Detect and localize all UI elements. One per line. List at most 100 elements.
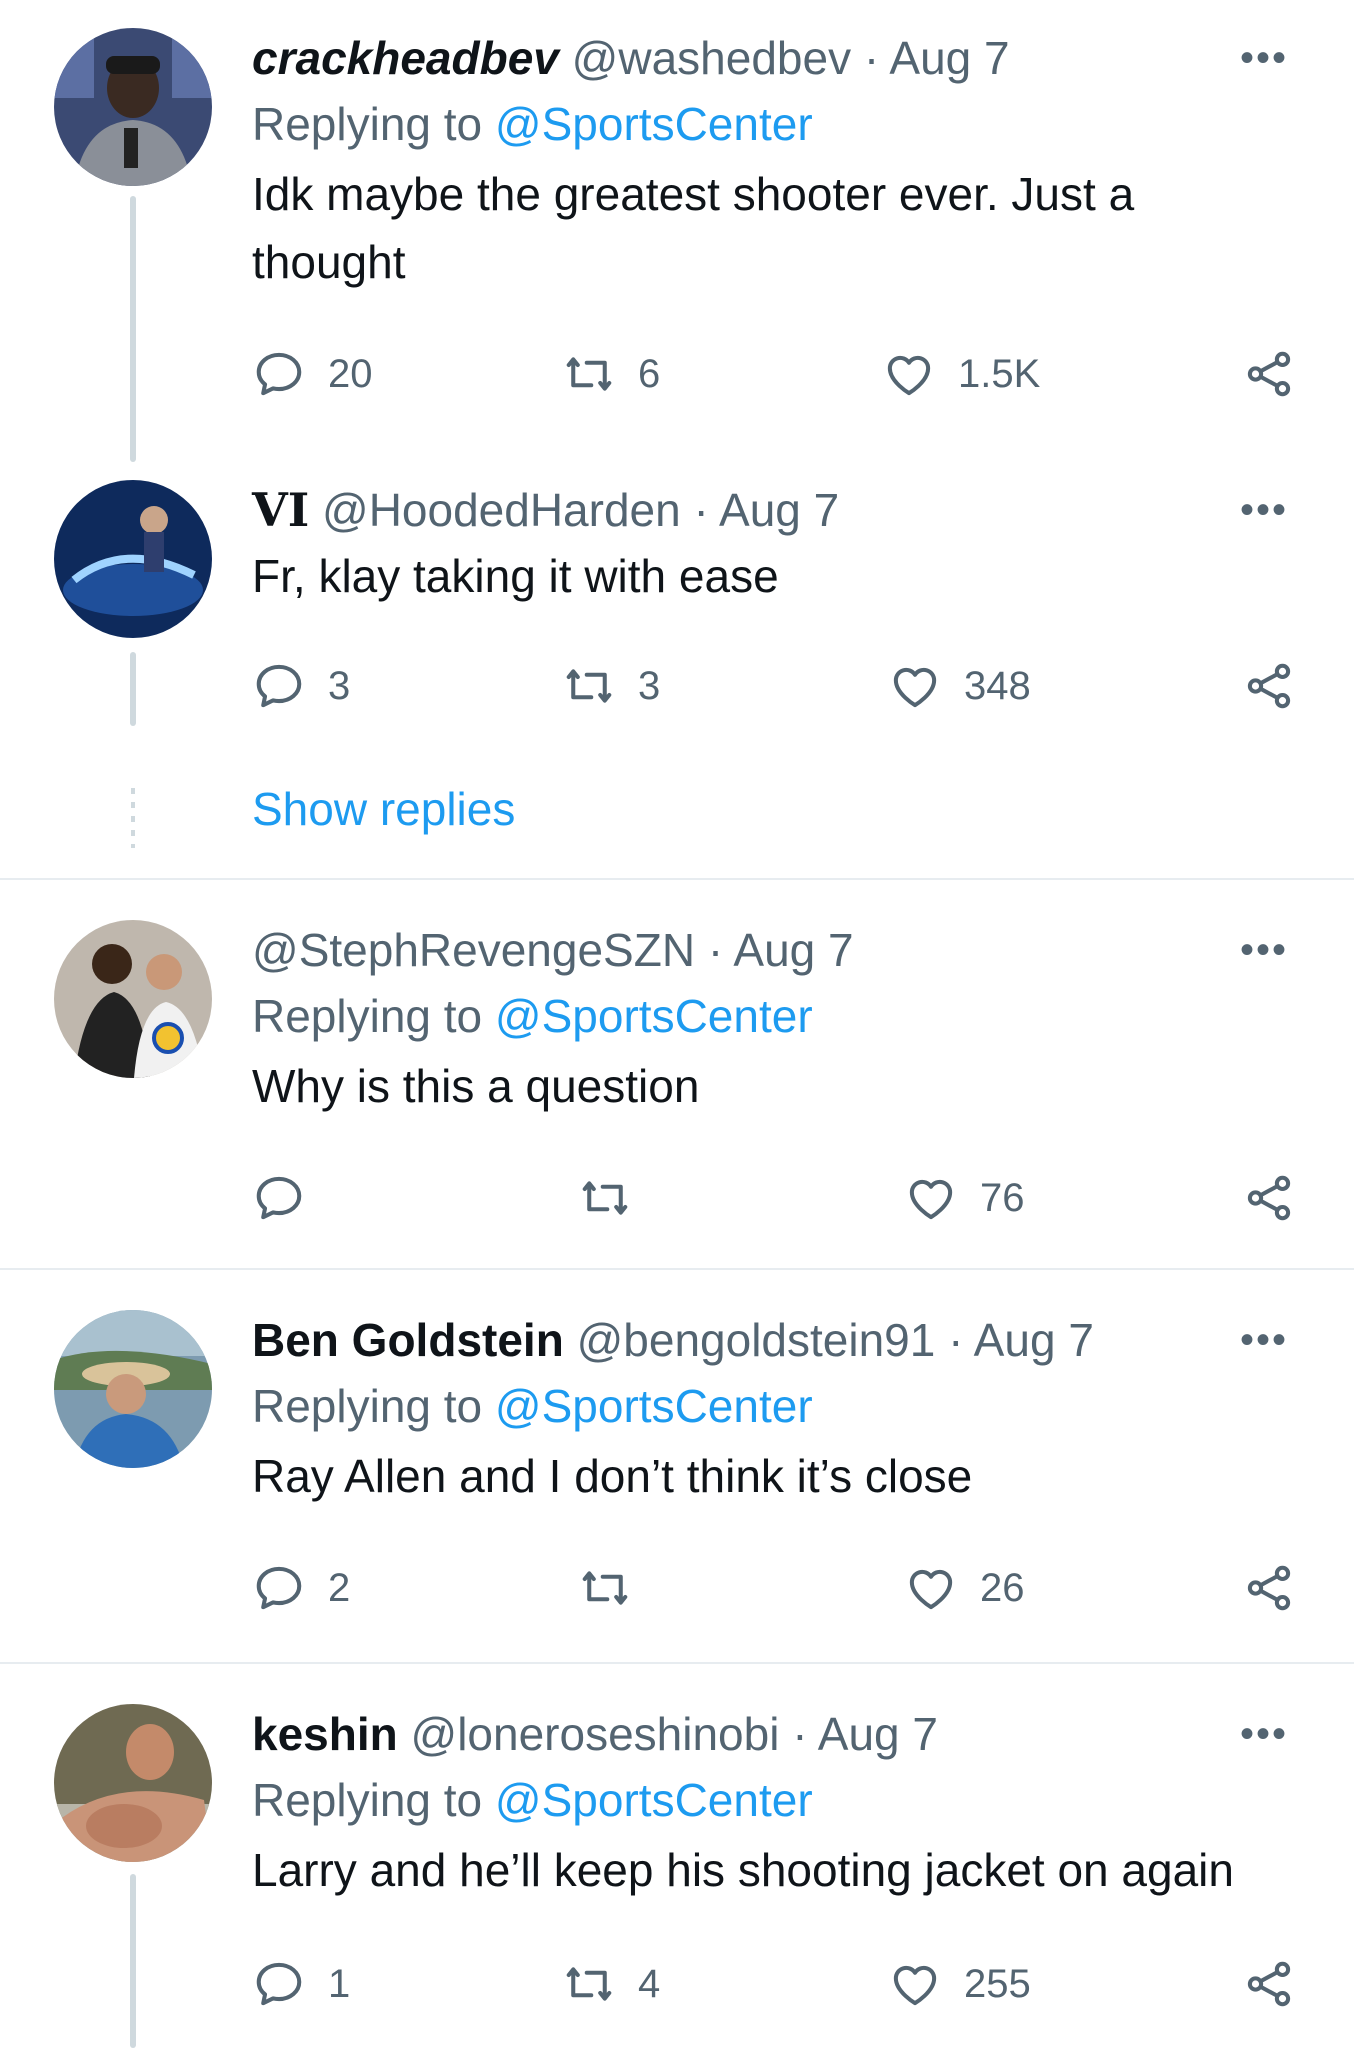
avatar[interactable]: [54, 1704, 212, 1862]
display-name[interactable]: crackheadbev: [252, 32, 559, 84]
tweet-text: Fr, klay taking it with ease: [252, 550, 779, 602]
heart-icon: [882, 347, 936, 401]
tweet-text: Ray Allen and I don’t think it’s close: [252, 1450, 973, 1502]
share-button[interactable]: [1242, 1168, 1296, 1228]
like-button[interactable]: 26: [904, 1558, 1025, 1618]
retweet-count: 6: [638, 351, 661, 396]
reply-button[interactable]: [252, 1168, 328, 1228]
more-icon[interactable]: •••: [1234, 38, 1294, 88]
tweet-date[interactable]: · Aug 7: [792, 1708, 938, 1760]
reply-count: 20: [328, 351, 373, 396]
mention-link[interactable]: @SportsCenter: [495, 1380, 813, 1432]
handle[interactable]: @washedbev: [572, 32, 851, 84]
tweet-header: crackheadbev @washedbev · Aug 7: [252, 28, 1294, 88]
avatar[interactable]: [54, 920, 212, 1078]
reply-icon: [252, 659, 306, 713]
like-count: 76: [980, 1175, 1025, 1220]
reply-button[interactable]: 20: [252, 344, 373, 404]
display-name[interactable]: VI: [252, 483, 309, 537]
tweet-date[interactable]: · Aug 7: [948, 1314, 1094, 1366]
thread-line: [130, 1874, 136, 2048]
tweet-date[interactable]: · Aug 7: [864, 32, 1010, 84]
tweet[interactable]: crackheadbev @washedbev · Aug 7 Replying…: [0, 0, 1354, 470]
retweet-icon: [562, 659, 616, 713]
retweet-button[interactable]: 4: [562, 1954, 660, 2014]
reply-count: 3: [328, 663, 351, 708]
thread-line: [130, 196, 136, 462]
avatar[interactable]: [54, 480, 212, 638]
like-button[interactable]: 76: [904, 1168, 1025, 1228]
share-icon: [1242, 659, 1296, 713]
tweet-text: Idk maybe the greatest shooter ever. Jus…: [252, 168, 1135, 288]
retweet-button[interactable]: 6: [562, 344, 660, 404]
tweet-text: Larry and he’ll keep his shooting jacket…: [252, 1844, 1234, 1896]
replying-to: Replying to @SportsCenter: [252, 1380, 813, 1432]
like-button[interactable]: 255: [888, 1954, 1031, 2014]
share-button[interactable]: [1242, 656, 1296, 716]
mention-link[interactable]: @SportsCenter: [495, 98, 813, 150]
like-button[interactable]: 1.5K: [882, 344, 1040, 404]
handle[interactable]: @HoodedHarden: [322, 484, 681, 536]
replying-to: Replying to @SportsCenter: [252, 990, 813, 1042]
heart-icon: [904, 1171, 958, 1225]
tweet[interactable]: VI @HoodedHarden · Aug 7 Fr, klay taking…: [0, 470, 1354, 878]
tweet[interactable]: Ben Goldstein @bengoldstein91 · Aug 7 Re…: [0, 1270, 1354, 1662]
share-icon: [1242, 1561, 1296, 1615]
tweet-header: @StephRevengeSZN · Aug 7: [252, 920, 1294, 980]
share-button[interactable]: [1242, 1558, 1296, 1618]
avatar[interactable]: [54, 28, 212, 186]
like-count: 348: [964, 663, 1031, 708]
share-icon: [1242, 1171, 1296, 1225]
heart-icon: [888, 1957, 942, 2011]
reply-button[interactable]: 3: [252, 656, 350, 716]
thread-dots: [131, 788, 135, 848]
tweet-text: Why is this a question: [252, 1060, 700, 1112]
replying-to: Replying to @SportsCenter: [252, 1774, 813, 1826]
heart-icon: [904, 1561, 958, 1615]
like-count: 1.5K: [958, 351, 1041, 396]
tweet-header: Ben Goldstein @bengoldstein91 · Aug 7: [252, 1310, 1294, 1370]
retweet-icon: [578, 1171, 632, 1225]
reply-button[interactable]: 1: [252, 1954, 350, 2014]
tweet-date[interactable]: · Aug 7: [693, 484, 839, 536]
like-count: 255: [964, 1961, 1031, 2006]
handle[interactable]: @bengoldstein91: [577, 1314, 936, 1366]
share-button[interactable]: [1242, 344, 1296, 404]
mention-link[interactable]: @SportsCenter: [495, 1774, 813, 1826]
reply-count: 1: [328, 1961, 351, 2006]
reply-icon: [252, 1957, 306, 2011]
more-icon[interactable]: •••: [1234, 930, 1294, 980]
retweet-icon: [562, 1957, 616, 2011]
handle[interactable]: @loneroseshinobi: [411, 1708, 780, 1760]
tweet[interactable]: @StephRevengeSZN · Aug 7 Replying to @Sp…: [0, 880, 1354, 1268]
share-button[interactable]: [1242, 1954, 1296, 2014]
show-replies-link[interactable]: Show replies: [252, 782, 515, 836]
retweet-button[interactable]: [578, 1168, 654, 1228]
avatar[interactable]: [54, 1310, 212, 1468]
mention-link[interactable]: @SportsCenter: [495, 990, 813, 1042]
tweet-header: keshin @loneroseshinobi · Aug 7: [252, 1704, 1294, 1764]
tweet-header: VI @HoodedHarden · Aug 7: [252, 480, 1294, 540]
display-name[interactable]: keshin: [252, 1708, 398, 1760]
tweet-date[interactable]: · Aug 7: [708, 924, 854, 976]
display-name[interactable]: Ben Goldstein: [252, 1314, 564, 1366]
reply-icon: [252, 1561, 306, 1615]
like-count: 26: [980, 1565, 1025, 1610]
reply-count: 2: [328, 1565, 351, 1610]
handle[interactable]: @StephRevengeSZN: [252, 924, 695, 976]
tweet[interactable]: keshin @loneroseshinobi · Aug 7 Replying…: [0, 1664, 1354, 2048]
retweet-button[interactable]: [578, 1558, 654, 1618]
more-icon[interactable]: •••: [1234, 490, 1294, 540]
retweet-icon: [562, 347, 616, 401]
retweet-button[interactable]: 3: [562, 656, 660, 716]
reply-button[interactable]: 2: [252, 1558, 350, 1618]
reply-icon: [252, 1171, 306, 1225]
share-icon: [1242, 347, 1296, 401]
retweet-count: 3: [638, 663, 661, 708]
more-icon[interactable]: •••: [1234, 1320, 1294, 1370]
more-icon[interactable]: •••: [1234, 1714, 1294, 1764]
reply-icon: [252, 347, 306, 401]
like-button[interactable]: 348: [888, 656, 1031, 716]
share-icon: [1242, 1957, 1296, 2011]
retweet-count: 4: [638, 1961, 661, 2006]
